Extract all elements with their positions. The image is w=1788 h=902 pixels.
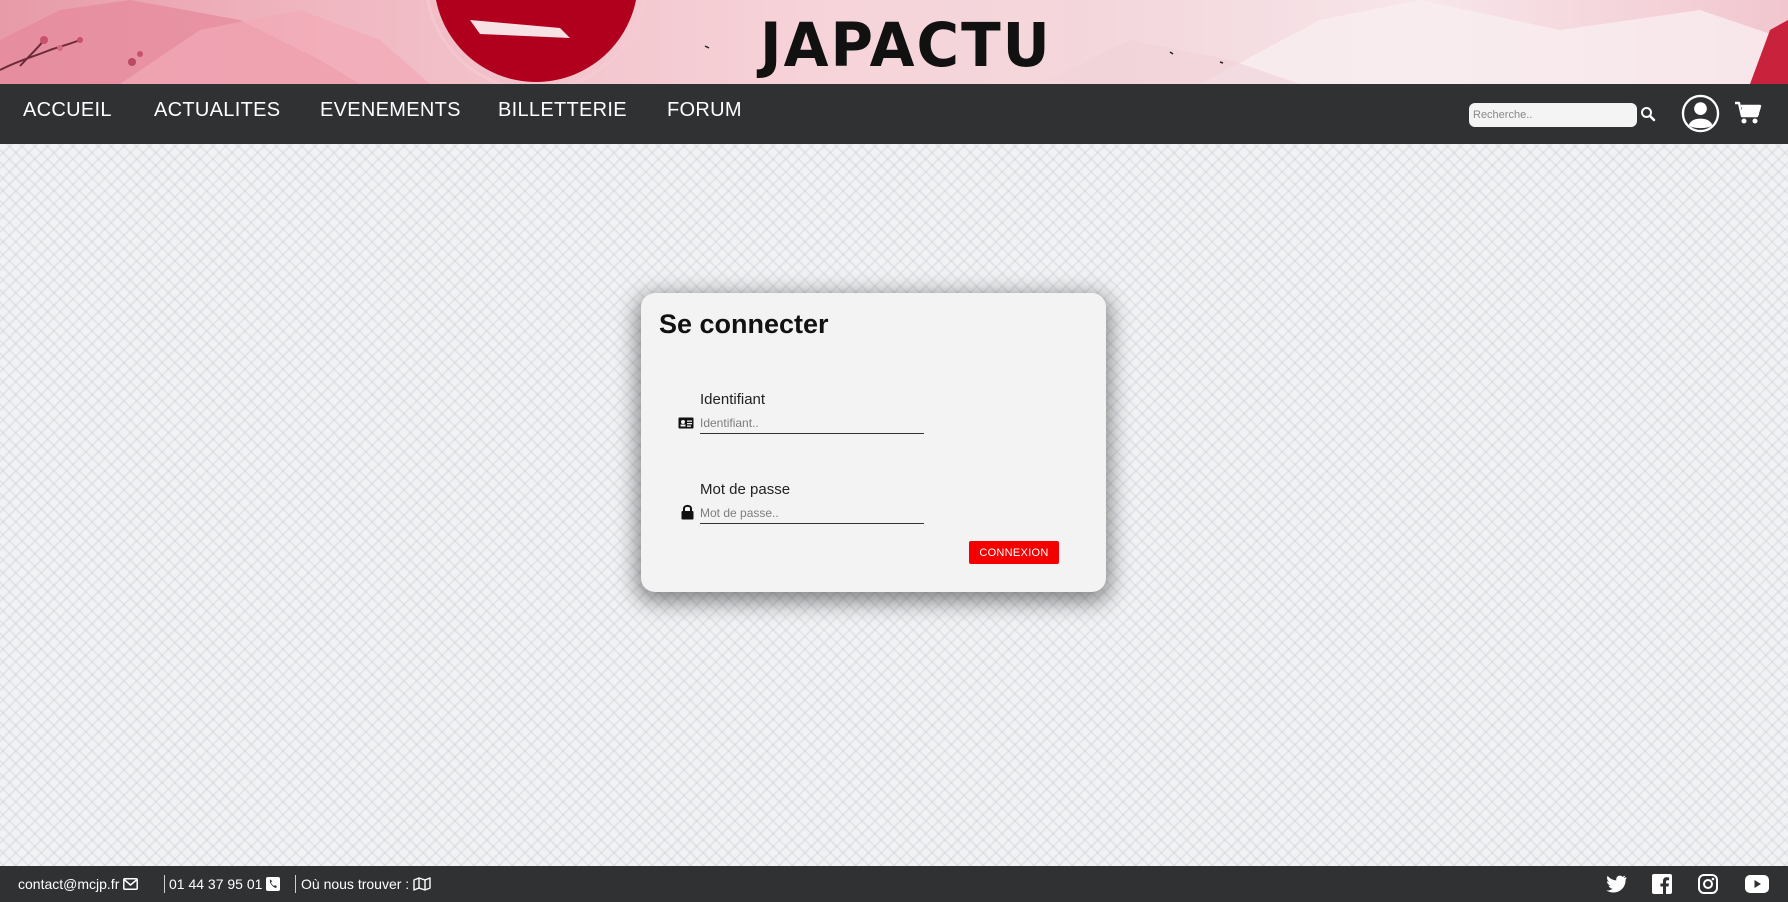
header-banner: JAPACTU (0, 0, 1788, 84)
footer-phone[interactable]: 01 44 37 95 01 (169, 866, 281, 902)
footer-email-text[interactable]: contact@mcjp.fr (18, 866, 119, 902)
envelope-icon (123, 878, 139, 890)
user-account-icon[interactable] (1681, 94, 1720, 133)
search-icon[interactable] (1640, 106, 1656, 122)
footer-divider (295, 875, 296, 893)
nav-item-forum[interactable]: FORUM (667, 96, 742, 124)
search-input[interactable] (1469, 103, 1637, 127)
shopping-cart-icon[interactable] (1734, 100, 1762, 126)
login-title: Se connecter (659, 309, 829, 339)
footer-divider (164, 875, 165, 893)
youtube-icon[interactable] (1745, 875, 1769, 893)
id-card-icon (678, 417, 694, 429)
nav-item-actualites[interactable]: ACTUALITES (154, 96, 280, 124)
footer-phone-text[interactable]: 01 44 37 95 01 (169, 866, 262, 902)
nav-item-billetterie[interactable]: BILLETTERIE (498, 96, 627, 124)
password-label: Mot de passe (700, 481, 791, 498)
twitter-icon[interactable] (1605, 875, 1627, 893)
site-logo[interactable]: JAPACTU (760, 10, 1052, 79)
footer: contact@mcjp.fr 01 44 37 95 01 Où nous t… (0, 866, 1788, 902)
phone-icon (266, 877, 281, 891)
password-input[interactable] (700, 502, 924, 524)
instagram-icon[interactable] (1698, 874, 1718, 894)
footer-email[interactable]: contact@mcjp.fr (18, 866, 139, 902)
nav-item-accueil[interactable]: ACCUEIL (23, 96, 112, 124)
lock-icon (681, 504, 694, 520)
facebook-icon[interactable] (1652, 874, 1672, 894)
login-card: Se connecter Identifiant Mot de passe CO… (641, 293, 1106, 592)
username-label: Identifiant (700, 391, 766, 408)
footer-location-text[interactable]: Où nous trouver : (301, 866, 409, 902)
map-icon (413, 877, 431, 891)
footer-location[interactable]: Où nous trouver : (301, 866, 431, 902)
login-submit-button[interactable]: CONNEXION (969, 541, 1059, 564)
username-input[interactable] (700, 412, 924, 434)
nav-item-evenements[interactable]: EVENEMENTS (320, 96, 461, 124)
